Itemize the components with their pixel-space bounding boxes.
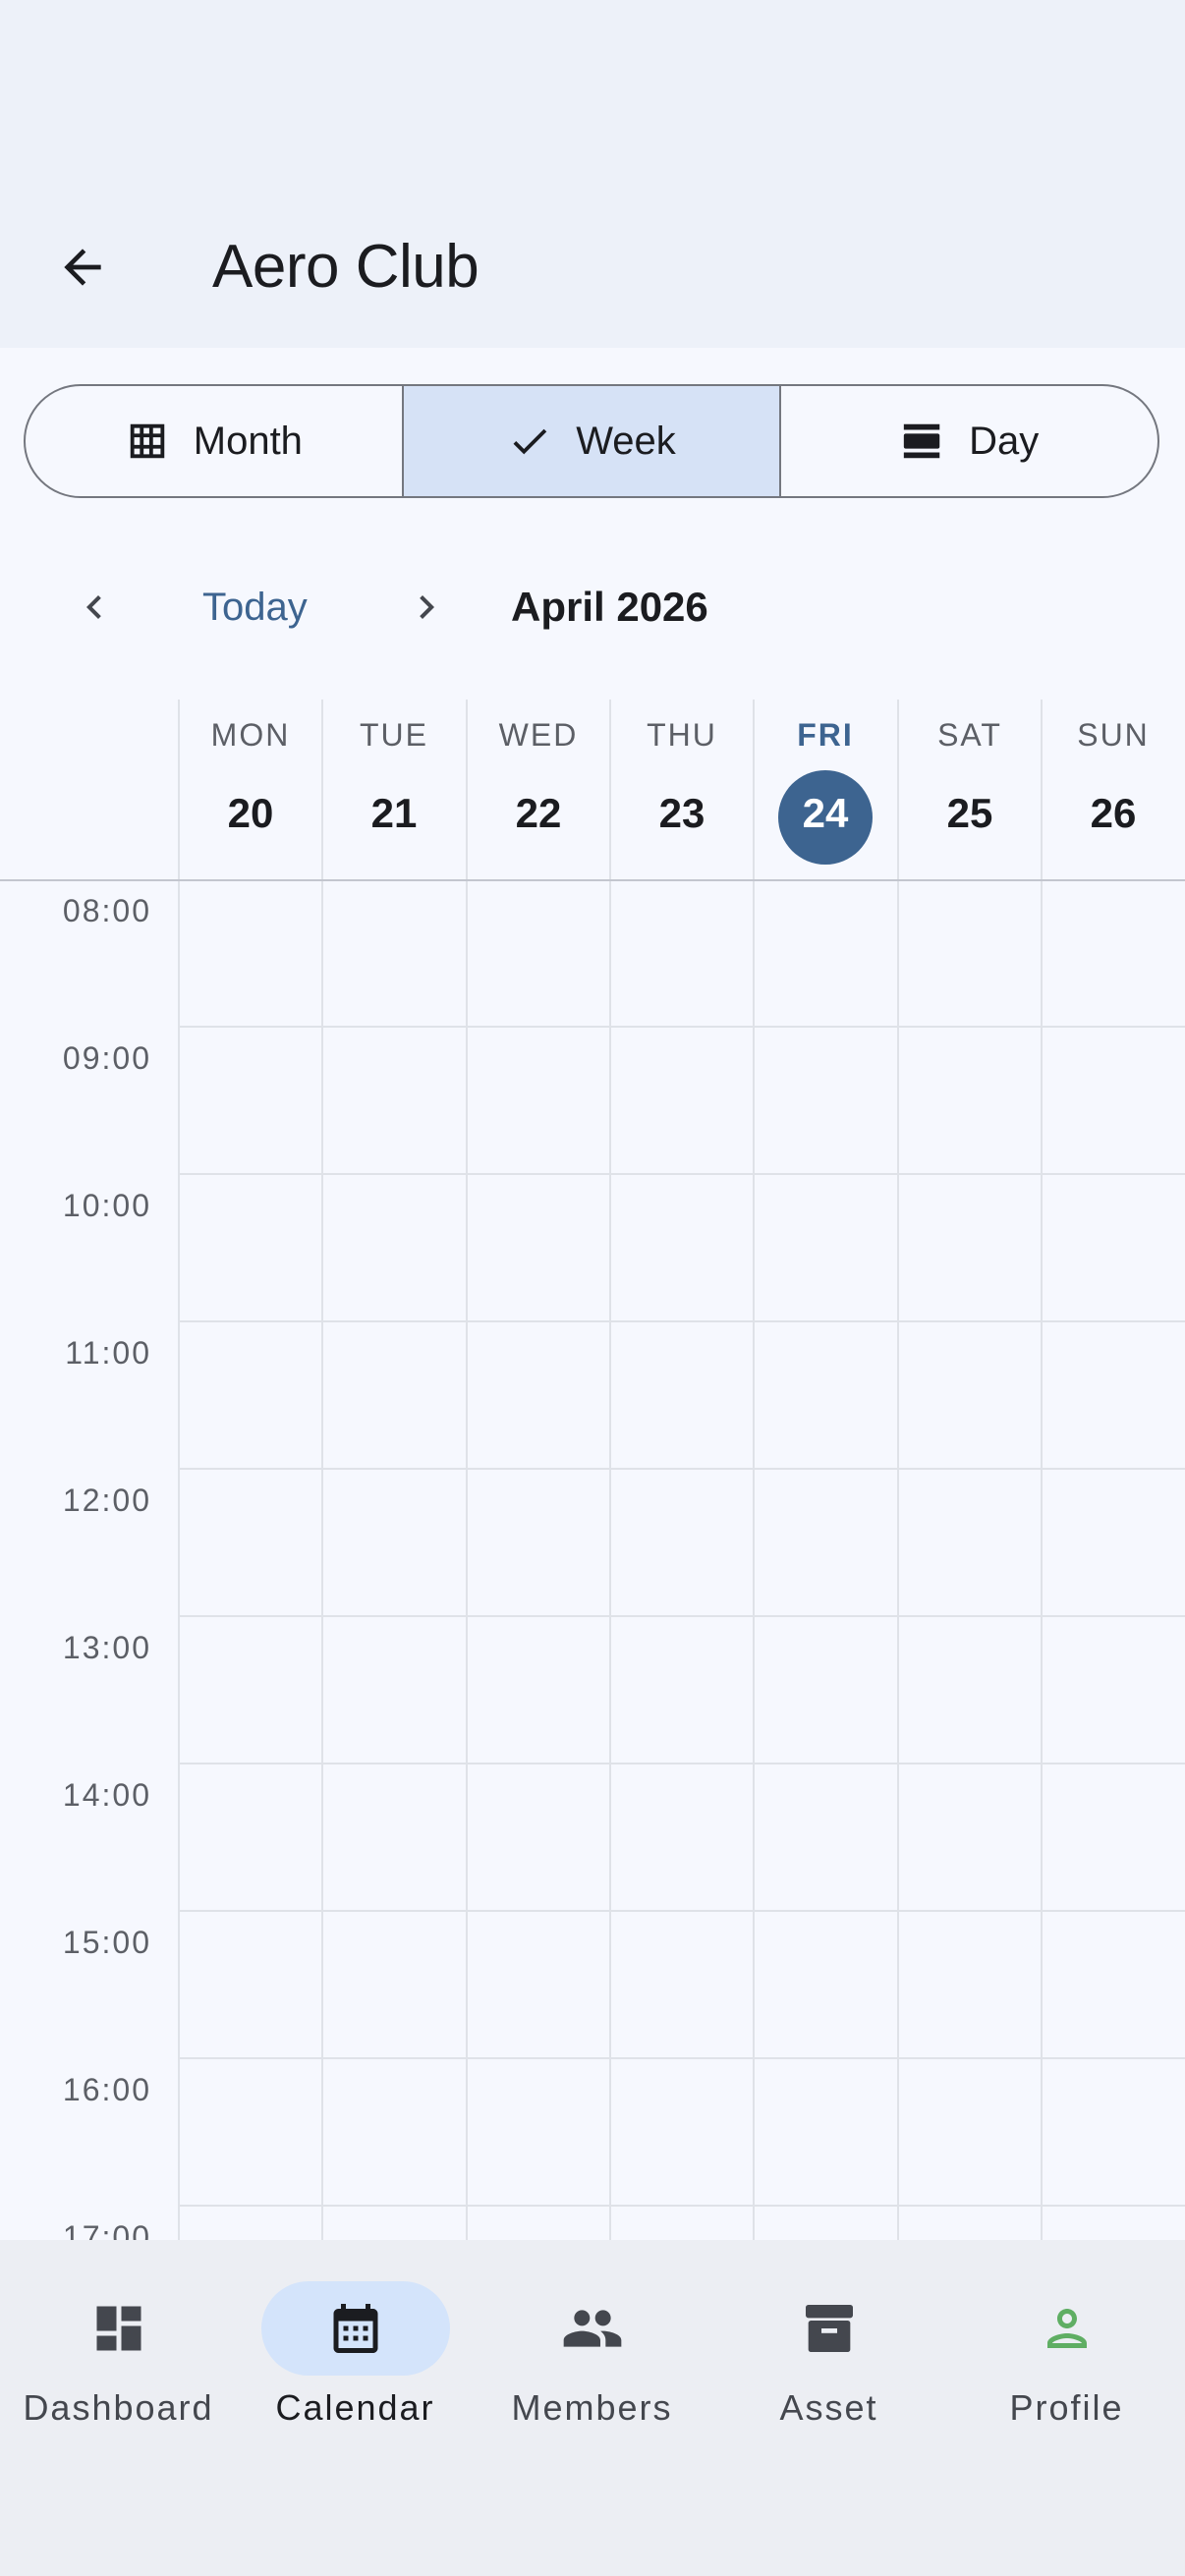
day-of-week: SUN xyxy=(1077,717,1150,753)
day-number: 21 xyxy=(370,790,418,836)
day-of-week: SAT xyxy=(937,717,1002,753)
day-column-header[interactable]: MON 20 xyxy=(178,700,321,879)
chevron-right-icon xyxy=(420,595,434,619)
current-month-label: April 2026 xyxy=(511,584,708,630)
day-column-header[interactable]: WED 22 xyxy=(466,700,609,879)
time-label: 10:00 xyxy=(62,1188,151,1223)
grid-divider xyxy=(466,881,468,2240)
hour-line xyxy=(178,1026,1185,1028)
dashboard-icon xyxy=(96,2306,141,2351)
week-view-button[interactable]: Week xyxy=(401,386,780,496)
page-title: Aero Club xyxy=(212,233,480,301)
hour-line xyxy=(178,1763,1185,1764)
day-of-week: WED xyxy=(498,717,579,753)
hour-line xyxy=(178,1910,1185,1912)
week-view-label: Week xyxy=(576,419,676,463)
day-number: 22 xyxy=(515,790,562,836)
bottom-navigation-bar: Dashboard Calendar Members Asset Profile xyxy=(0,2240,1185,2576)
hour-line xyxy=(178,1615,1185,1617)
grid-divider xyxy=(609,881,611,2240)
view-day-icon xyxy=(903,423,940,459)
day-number: 26 xyxy=(1090,790,1137,836)
hour-line xyxy=(178,1173,1185,1175)
nav-item-asset[interactable]: Asset xyxy=(710,2281,947,2438)
day-of-week: THU xyxy=(647,717,717,753)
grid-divider xyxy=(897,881,899,2240)
week-day-header: MON 20 TUE 21 WED 22 THU 23 FRI 24 SAT 2… xyxy=(0,700,1185,881)
grid-divider xyxy=(753,881,755,2240)
time-label: 17:00 xyxy=(62,2219,151,2240)
check-icon xyxy=(513,428,547,455)
app-bar: Aero Club xyxy=(0,0,1185,348)
day-number: 25 xyxy=(946,790,993,836)
day-number: 24 xyxy=(802,790,849,836)
hour-line xyxy=(178,2205,1185,2207)
next-week-button[interactable] xyxy=(391,572,462,643)
day-column-header-today[interactable]: FRI 24 xyxy=(753,700,896,879)
nav-label: Calendar xyxy=(275,2387,435,2428)
hour-line xyxy=(178,1468,1185,1470)
nav-label: Asset xyxy=(779,2387,878,2428)
day-column-header[interactable]: THU 23 xyxy=(609,700,753,879)
nav-label: Members xyxy=(511,2387,673,2428)
day-view-label: Day xyxy=(969,419,1040,463)
time-label: 13:00 xyxy=(62,1630,151,1665)
month-view-button[interactable]: Month xyxy=(26,386,402,496)
hour-line xyxy=(178,2057,1185,2059)
day-column-header[interactable]: SAT 25 xyxy=(897,700,1041,879)
time-label: 09:00 xyxy=(62,1040,151,1076)
time-label: 08:00 xyxy=(62,893,151,928)
hour-line xyxy=(178,1320,1185,1322)
nav-item-calendar[interactable]: Calendar xyxy=(237,2281,474,2438)
person-icon xyxy=(1046,2309,1087,2348)
previous-week-button[interactable] xyxy=(59,572,130,643)
chevron-left-icon xyxy=(86,595,101,619)
day-view-button[interactable]: Day xyxy=(779,386,1157,496)
grid-divider xyxy=(178,881,180,2240)
back-button[interactable] xyxy=(39,224,126,310)
day-column-header[interactable]: SUN 26 xyxy=(1041,700,1184,879)
day-of-week: TUE xyxy=(360,717,428,753)
calendar-icon xyxy=(333,2304,377,2353)
time-label: 11:00 xyxy=(65,1335,151,1371)
nav-label: Profile xyxy=(1009,2387,1124,2428)
nav-item-members[interactable]: Members xyxy=(474,2281,710,2438)
archive-icon xyxy=(805,2305,853,2352)
day-number: 20 xyxy=(227,790,274,836)
time-label: 15:00 xyxy=(62,1925,151,1960)
day-of-week: MON xyxy=(210,717,291,753)
time-label: 14:00 xyxy=(62,1777,151,1813)
grid-icon xyxy=(130,423,164,459)
active-indicator xyxy=(260,2281,450,2376)
arrow-back-icon xyxy=(64,249,101,286)
month-view-label: Month xyxy=(193,419,303,463)
day-of-week: FRI xyxy=(797,717,854,753)
nav-item-profile[interactable]: Profile xyxy=(948,2281,1185,2438)
nav-item-dashboard[interactable]: Dashboard xyxy=(0,2281,237,2438)
time-label: 16:00 xyxy=(62,2072,151,2107)
today-button[interactable]: Today xyxy=(202,580,308,635)
week-time-grid[interactable]: 08:00 09:00 10:00 11:00 12:00 13:00 14:0… xyxy=(0,881,1185,2240)
grid-divider xyxy=(321,881,323,2240)
nav-label: Dashboard xyxy=(23,2387,214,2428)
view-switcher: Month Week Day xyxy=(24,384,1159,498)
members-icon xyxy=(563,2310,621,2347)
grid-divider xyxy=(1041,881,1043,2240)
day-number: 23 xyxy=(658,790,705,836)
day-column-header[interactable]: TUE 21 xyxy=(321,700,465,879)
time-label: 12:00 xyxy=(62,1483,151,1518)
